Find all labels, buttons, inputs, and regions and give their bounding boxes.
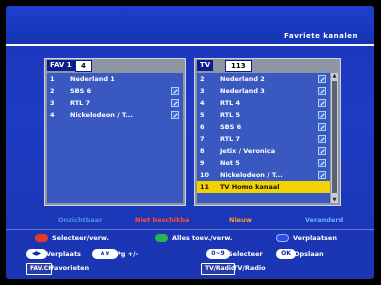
fav-marker-icon: [318, 75, 326, 83]
channel-number: 1: [50, 75, 55, 83]
digits-key-icon: 0~9: [206, 249, 230, 259]
channel-number: 2: [200, 75, 205, 83]
fav-marker-icon: [171, 111, 179, 119]
fav-marker-icon: [318, 123, 326, 131]
legend-invisible: Onzichtbaar: [58, 216, 103, 224]
legend-changed: Veranderd: [305, 216, 344, 224]
tv-list-item[interactable]: 9 Net 5: [197, 157, 330, 169]
move-label: Verplaats: [46, 250, 81, 258]
channel-number: 2: [50, 87, 55, 95]
tv-list-item[interactable]: 6 SBS 6: [197, 121, 330, 133]
channel-number: 7: [200, 135, 205, 143]
channel-number: 5: [200, 111, 205, 119]
tv-group-tag[interactable]: TV: [197, 60, 214, 71]
favorites-count: 4: [75, 60, 92, 72]
tv-channel-list: 2 Nederland 2 3 Nederland 3 4 RTL 4 5 RT…: [197, 73, 330, 203]
channel-number: 9: [200, 159, 205, 167]
channel-name: SBS 6: [70, 87, 92, 95]
favorites-list-item[interactable]: 4 Nickelodeon / T...: [47, 109, 183, 121]
blue-button-label[interactable]: Verplaatsen: [293, 234, 337, 242]
page-label: Pg +/-: [116, 250, 139, 258]
tv-list-item[interactable]: 2 Nederland 2: [197, 73, 330, 85]
fav-marker-icon: [318, 147, 326, 155]
tv-radio-key-icon: TV/Radio: [201, 263, 235, 275]
favorites-panel-header: FAV 1 4: [45, 59, 185, 72]
blue-button-icon[interactable]: [276, 234, 289, 242]
page-key-icon: ∧∨: [92, 249, 118, 259]
tv-radio-label: TV/Radio: [233, 264, 266, 272]
channel-number: 11: [200, 183, 210, 191]
green-button-icon[interactable]: [155, 234, 168, 242]
channel-name: Nederland 3: [220, 87, 265, 95]
channel-number: 4: [50, 111, 55, 119]
scroll-up-icon[interactable]: ▲: [331, 73, 338, 79]
tv-list-item[interactable]: 5 RTL 5: [197, 109, 330, 121]
fav-ch-key-icon: FAV.CH: [26, 263, 53, 275]
channel-name: RTL 7: [220, 135, 241, 143]
legend-unavailable: Niet beschikba: [135, 216, 190, 224]
fav-marker-icon: [318, 159, 326, 167]
channel-name: Nickelodeon / T...: [220, 171, 283, 179]
green-button-label[interactable]: Alles toev./verw.: [172, 234, 232, 242]
fav-marker-icon: [318, 99, 326, 107]
select-label: Selecteer: [228, 250, 263, 258]
channel-name: Nickelodeon / T...: [70, 111, 133, 119]
fav-marker-icon: [171, 99, 179, 107]
tv-channels-panel: TV 113 2 Nederland 2 3 Nederland 3 4 RTL…: [194, 58, 341, 206]
channel-name: RTL 4: [220, 99, 241, 107]
channel-name: Nederland 1: [70, 75, 115, 83]
title-bar: Favriete kanalen: [6, 6, 374, 46]
move-key-icon: ◀▶: [26, 249, 47, 259]
channel-name: Net 5: [220, 159, 240, 167]
tv-list-item[interactable]: 4 RTL 4: [197, 97, 330, 109]
tv-list-scrollbar[interactable]: ▲ ▼: [331, 73, 338, 203]
channel-name: Jetix / Veronica: [220, 147, 276, 155]
favorites-screen: Favriete kanalen FAV 1 4 1 Nederland 1 2…: [6, 6, 374, 279]
fav-marker-icon: [318, 87, 326, 95]
legend-divider: [6, 229, 374, 230]
tv-list-item[interactable]: 8 Jetix / Veronica: [197, 145, 330, 157]
ok-key-icon: OK: [276, 249, 296, 259]
red-button-label[interactable]: Selecteer/verw.: [52, 234, 109, 242]
title-divider: [6, 44, 374, 46]
red-button-icon[interactable]: [35, 234, 48, 242]
favorites-list-item[interactable]: 1 Nederland 1: [47, 73, 183, 85]
favorites-list-item[interactable]: 3 RTL 7: [47, 97, 183, 109]
tv-list-item-selected[interactable]: 11 TV Homo kanaal: [197, 181, 330, 193]
channel-number: 6: [200, 123, 205, 131]
fav-marker-icon: [318, 135, 326, 143]
channel-number: 3: [200, 87, 205, 95]
favorites-list: 1 Nederland 1 2 SBS 6 3 RTL 7 4 Nickelod…: [47, 73, 183, 203]
channel-name: Nederland 2: [220, 75, 265, 83]
fav-marker-icon: [318, 171, 326, 179]
legend-new: Nieuw: [229, 216, 252, 224]
favorites-list-item[interactable]: 2 SBS 6: [47, 85, 183, 97]
favorites-panel: FAV 1 4 1 Nederland 1 2 SBS 6 3 RTL 7 4 …: [44, 58, 186, 206]
tv-panel-header: TV 113: [195, 59, 340, 72]
tv-list-item[interactable]: 10 Nickelodeon / T...: [197, 169, 330, 181]
fav-marker-icon: [318, 111, 326, 119]
channel-number: 10: [200, 171, 210, 179]
fav-marker-icon: [171, 87, 179, 95]
tv-channel-count: 113: [225, 60, 252, 72]
favorites-label: Favorieten: [50, 264, 90, 272]
save-label: Opslaan: [294, 250, 324, 258]
channel-number: 3: [50, 99, 55, 107]
tv-list-item[interactable]: 7 RTL 7: [197, 133, 330, 145]
channel-name: SBS 6: [220, 123, 242, 131]
screen-title: Favriete kanalen: [283, 32, 358, 40]
favorites-group-tag[interactable]: FAV 1: [47, 60, 75, 71]
tv-list-item[interactable]: 3 Nederland 3: [197, 85, 330, 97]
channel-name: TV Homo kanaal: [220, 183, 280, 191]
scroll-thumb[interactable]: [332, 81, 337, 193]
channel-name: RTL 5: [220, 111, 241, 119]
channel-number: 4: [200, 99, 205, 107]
channel-name: RTL 7: [70, 99, 91, 107]
channel-number: 8: [200, 147, 205, 155]
scroll-down-icon[interactable]: ▼: [331, 197, 338, 203]
color-button-bar: Selecteer/verw. Alles toev./verw. Verpla…: [6, 232, 374, 245]
